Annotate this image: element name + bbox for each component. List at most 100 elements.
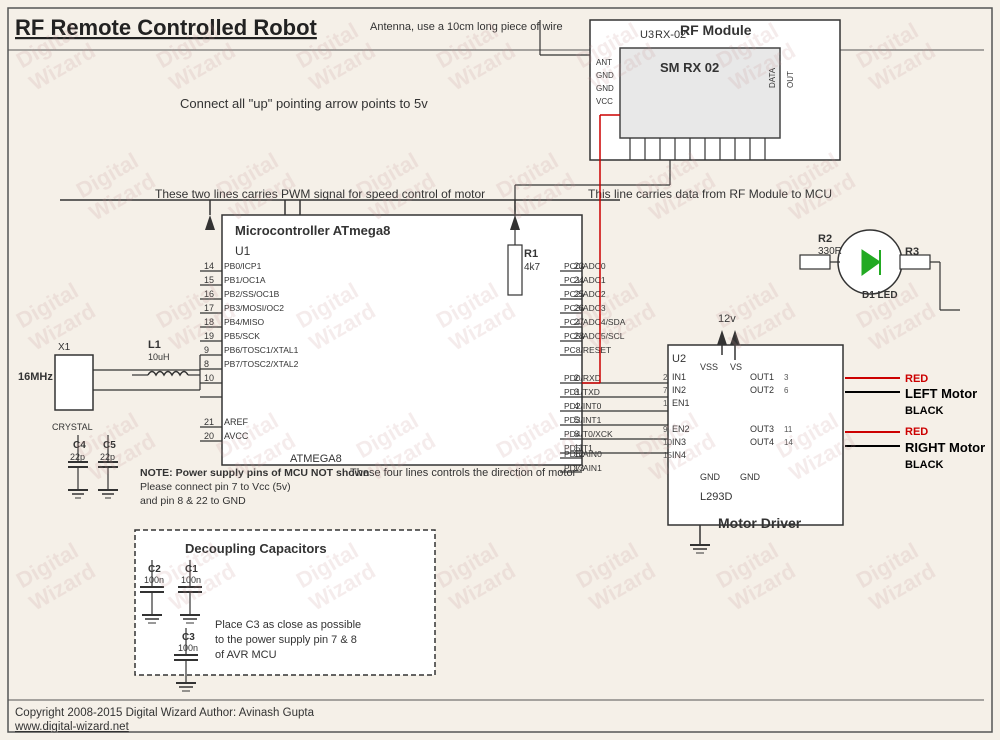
svg-text:27: 27: [574, 317, 584, 327]
svg-text:PB7/TOSC2/XTAL2: PB7/TOSC2/XTAL2: [224, 359, 299, 369]
svg-text:U1: U1: [235, 244, 251, 258]
svg-text:AVCC: AVCC: [224, 431, 249, 441]
svg-text:D1 LED: D1 LED: [862, 290, 898, 301]
svg-text:OUT2: OUT2: [750, 385, 774, 395]
svg-text:U2: U2: [672, 353, 686, 365]
svg-text:OUT1: OUT1: [750, 372, 774, 382]
svg-text:6: 6: [574, 429, 579, 439]
svg-text:PB1/OC1A: PB1/OC1A: [224, 275, 266, 285]
svg-text:4k7: 4k7: [524, 262, 541, 273]
svg-text:4: 4: [574, 401, 579, 411]
svg-text:15: 15: [663, 451, 672, 460]
svg-text:C2: C2: [148, 564, 161, 575]
svg-text:These two lines carries PWM si: These two lines carries PWM signal for s…: [155, 187, 485, 201]
svg-text:21: 21: [204, 417, 214, 427]
svg-text:100n: 100n: [144, 575, 164, 585]
svg-text:10uH: 10uH: [148, 352, 170, 362]
svg-text:AREF: AREF: [224, 417, 249, 427]
svg-text:These four lines controls the: These four lines controls the direction …: [350, 467, 577, 479]
svg-text:GND: GND: [596, 84, 614, 93]
svg-text:12v: 12v: [718, 313, 736, 325]
svg-text:7: 7: [663, 386, 668, 395]
svg-text:RF Remote Controlled Robot: RF Remote Controlled Robot: [15, 15, 318, 40]
svg-text:2: 2: [574, 373, 579, 383]
svg-text:SM RX 02: SM RX 02: [660, 60, 719, 75]
svg-text:PB0/ICP1: PB0/ICP1: [224, 261, 262, 271]
svg-text:GND: GND: [596, 71, 614, 80]
svg-text:RF Module: RF Module: [680, 22, 752, 38]
svg-text:IN1: IN1: [672, 372, 686, 382]
svg-text:OUT: OUT: [786, 71, 795, 88]
svg-text:PB4/MISO: PB4/MISO: [224, 317, 265, 327]
svg-text:ANT: ANT: [596, 58, 612, 67]
svg-text:PB6/TOSC1/XTAL1: PB6/TOSC1/XTAL1: [224, 345, 299, 355]
svg-text:EN1: EN1: [672, 398, 690, 408]
svg-text:Please connect pin 7 to Vcc: Please connect pin 7 to Vcc (5v): [140, 481, 291, 493]
svg-text:PD2/INT0: PD2/INT0: [564, 401, 602, 411]
svg-text:26: 26: [574, 303, 584, 313]
svg-text:IN3: IN3: [672, 437, 686, 447]
svg-text:14: 14: [204, 261, 214, 271]
svg-text:NOTE: Power supply pins of MCU: NOTE: Power supply pins of MCU NOT shown: [140, 467, 369, 479]
svg-text:CRYSTAL: CRYSTAL: [52, 422, 93, 432]
svg-text:and pin 8 & 22 to GND: and pin 8 & 22 to GND: [140, 495, 246, 507]
main-content: DigitalWizard DigitalWizard DigitalWizar…: [0, 0, 1000, 740]
svg-text:PB3/MOSI/OC2: PB3/MOSI/OC2: [224, 303, 284, 313]
svg-text:PD1/TXD: PD1/TXD: [564, 387, 600, 397]
svg-text:23: 23: [574, 261, 584, 271]
svg-text:16: 16: [204, 289, 214, 299]
svg-text:PC8/RESET: PC8/RESET: [564, 345, 611, 355]
svg-text:24: 24: [574, 275, 584, 285]
svg-text:14: 14: [784, 438, 793, 447]
svg-text:PD4/T0/XCK: PD4/T0/XCK: [564, 429, 613, 439]
svg-text:GND: GND: [740, 472, 761, 482]
svg-text:3: 3: [574, 387, 579, 397]
svg-text:28: 28: [574, 331, 584, 341]
svg-text:Decoupling Capacitors: Decoupling Capacitors: [185, 541, 327, 556]
svg-text:EN2: EN2: [672, 424, 690, 434]
svg-text:5: 5: [574, 415, 579, 425]
svg-text:9: 9: [204, 345, 209, 355]
svg-text:C5: C5: [103, 440, 116, 451]
svg-text:VCC: VCC: [596, 97, 613, 106]
svg-text:BLACK: BLACK: [905, 405, 944, 417]
svg-text:X1: X1: [58, 342, 71, 353]
svg-text:DATA: DATA: [768, 67, 777, 88]
svg-text:6: 6: [784, 386, 789, 395]
svg-text:Motor Driver: Motor Driver: [718, 515, 802, 531]
svg-text:BLACK: BLACK: [905, 459, 944, 471]
svg-text:9: 9: [663, 425, 668, 434]
svg-text:C3: C3: [182, 632, 195, 643]
svg-text:RED: RED: [905, 373, 928, 385]
svg-text:12: 12: [574, 449, 584, 459]
svg-text:GND: GND: [700, 472, 721, 482]
svg-text:www.digital-wizard.net: www.digital-wizard.net: [14, 721, 130, 733]
svg-text:R1: R1: [524, 248, 538, 260]
svg-text:LEFT Motor: LEFT Motor: [905, 386, 977, 401]
svg-text:Connect all "up" pointing arro: Connect all "up" pointing arrow points t…: [180, 96, 428, 111]
svg-text:1: 1: [663, 399, 668, 408]
svg-text:100n: 100n: [178, 643, 198, 653]
svg-text:to the power supply pin 7 & 8: to the power supply pin 7 & 8: [215, 634, 357, 646]
svg-text:PD3/INT1: PD3/INT1: [564, 415, 602, 425]
svg-text:10: 10: [204, 373, 214, 383]
svg-text:R2: R2: [818, 233, 832, 245]
svg-text:L293D: L293D: [700, 491, 732, 503]
svg-text:IN2: IN2: [672, 385, 686, 395]
svg-text:IN4: IN4: [672, 450, 686, 460]
svg-text:VS: VS: [730, 362, 742, 372]
svg-text:ATMEGA8: ATMEGA8: [290, 453, 342, 465]
svg-text:16MHz: 16MHz: [18, 371, 53, 383]
svg-text:OUT3: OUT3: [750, 424, 774, 434]
svg-text:L1: L1: [148, 339, 161, 351]
svg-text:Microcontroller ATmega8: Microcontroller ATmega8: [235, 223, 390, 238]
svg-text:Place C3 as close as possible: Place C3 as close as possible: [215, 619, 361, 631]
svg-text:This line carries data from RF: This line carries data from RF Module to…: [588, 187, 832, 201]
svg-text:18: 18: [204, 317, 214, 327]
svg-text:3: 3: [784, 373, 789, 382]
svg-text:of AVR MCU: of AVR MCU: [215, 649, 277, 661]
svg-text:2: 2: [663, 373, 668, 382]
svg-text:RIGHT Motor: RIGHT Motor: [905, 440, 985, 455]
svg-text:PB5/SCK: PB5/SCK: [224, 331, 260, 341]
svg-text:C4: C4: [73, 440, 86, 451]
